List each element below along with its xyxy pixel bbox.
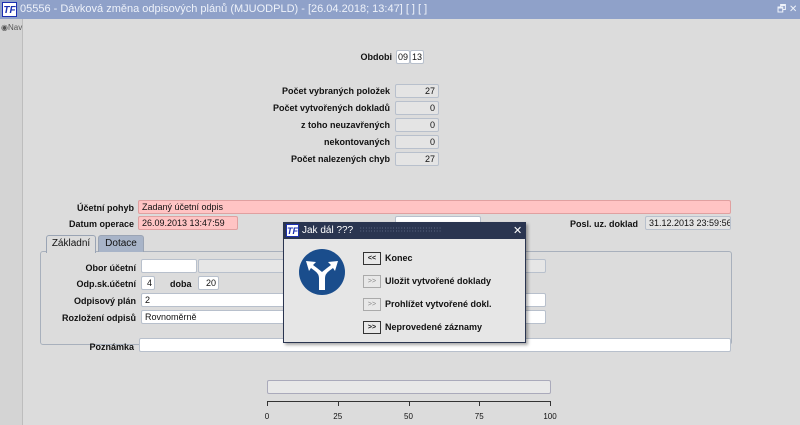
progress-tick-label: 0	[264, 412, 270, 421]
counter-label: z toho neuzavřených	[300, 120, 390, 130]
posl-doklad-label: Posl. uz. doklad	[569, 219, 638, 229]
progress-tick-label: 100	[543, 412, 557, 421]
counter-label: nekontovaných	[323, 137, 390, 147]
progress-tick	[550, 401, 551, 406]
neprovedene-label: Neprovedené záznamy	[385, 322, 483, 332]
progress-bar	[267, 380, 551, 394]
progress-tick	[408, 401, 410, 406]
poznamka-label: Poznámka	[89, 342, 134, 352]
konec-button[interactable]: <<	[363, 252, 381, 265]
tab-dotace[interactable]: Dotace	[98, 235, 144, 252]
counter-value: 0	[395, 118, 439, 132]
road-fork-sign-icon	[299, 249, 345, 295]
sidebar: ◉Nav	[0, 19, 23, 425]
obdobi-label: Obdobi	[360, 52, 393, 62]
doba-field[interactable]: 20	[198, 276, 219, 290]
neprovedene-button[interactable]: >>	[363, 321, 381, 334]
counter-label: Počet nalezených chyb	[290, 154, 390, 164]
obor-label: Obor účetní	[85, 263, 136, 273]
counter-label: Počet vytvořených dokladů	[272, 103, 390, 113]
doba-label: doba	[170, 279, 192, 289]
window-title: 05556 - Dávková změna odpisových plánů (…	[20, 3, 428, 15]
progress-tick-label: 50	[404, 412, 413, 421]
dialog-logo: TF	[286, 224, 299, 237]
ulozit-button[interactable]: >>	[363, 275, 381, 288]
posl-doklad-field: 31.12.2013 23:59:56	[645, 216, 731, 230]
nav-label: Nav	[7, 23, 23, 32]
prohlizet-label: Prohlížet vytvořené dokl.	[385, 299, 492, 309]
obdobi-year-input[interactable]: 13	[410, 50, 424, 64]
progress-tick-label: 25	[333, 412, 343, 421]
odp-sk-label: Odp.sk.účetní	[76, 279, 136, 289]
progress-tick	[267, 401, 268, 406]
close-window-icon[interactable]: ✕	[789, 0, 797, 19]
dialog-titlebar: TF Jak dál ??? ∷∷∷∷∷∷∷∷∷∷∷∷∷∷∷ ✕	[284, 223, 525, 239]
counter-value: 27	[395, 84, 439, 98]
gear-icon: ◉	[1, 23, 8, 32]
obor-field[interactable]	[141, 259, 197, 273]
jak-dal-dialog: TF Jak dál ??? ∷∷∷∷∷∷∷∷∷∷∷∷∷∷∷ ✕ << Kone…	[283, 222, 526, 343]
tab-zakladni[interactable]: Základní	[46, 235, 96, 253]
ucetni-pohyb-field[interactable]: Zadaný účetní odpis	[138, 200, 731, 214]
odp-sk-field[interactable]: 4	[141, 276, 155, 290]
nav-button[interactable]: ◉Nav	[1, 23, 22, 32]
konec-label: Konec	[385, 253, 413, 263]
progress-tick-label: 75	[474, 412, 484, 421]
obdobi-month-input[interactable]: 09	[396, 50, 410, 64]
prohlizet-button[interactable]: >>	[363, 298, 381, 311]
rozlozeni-label: Rozložení odpisů	[62, 313, 136, 323]
progress-tick	[479, 401, 481, 406]
ucetni-pohyb-label: Účetní pohyb	[76, 203, 134, 213]
counter-value: 0	[395, 135, 439, 149]
progress-tick	[337, 401, 339, 406]
titlebar-grip: ∷∷∷∷∷∷∷∷∷∷∷∷∷∷∷	[360, 227, 442, 234]
counter-value: 0	[395, 101, 439, 115]
window-titlebar: TF 05556 - Dávková změna odpisových plán…	[0, 0, 800, 19]
restore-icon[interactable]: 🗗	[777, 0, 786, 19]
dialog-close-icon[interactable]: ✕	[513, 223, 522, 239]
dialog-title: Jak dál ???	[302, 225, 354, 236]
plan-label: Odpisový plán	[73, 296, 136, 306]
datum-operace-field[interactable]: 26.09.2013 13:47:59	[138, 216, 238, 230]
app-logo: TF	[2, 2, 17, 17]
ulozit-label: Uložit vytvořené doklady	[385, 276, 492, 286]
counter-value: 27	[395, 152, 439, 166]
datum-operace-label: Datum operace	[68, 219, 134, 229]
counter-label: Počet vybraných položek	[281, 86, 390, 96]
